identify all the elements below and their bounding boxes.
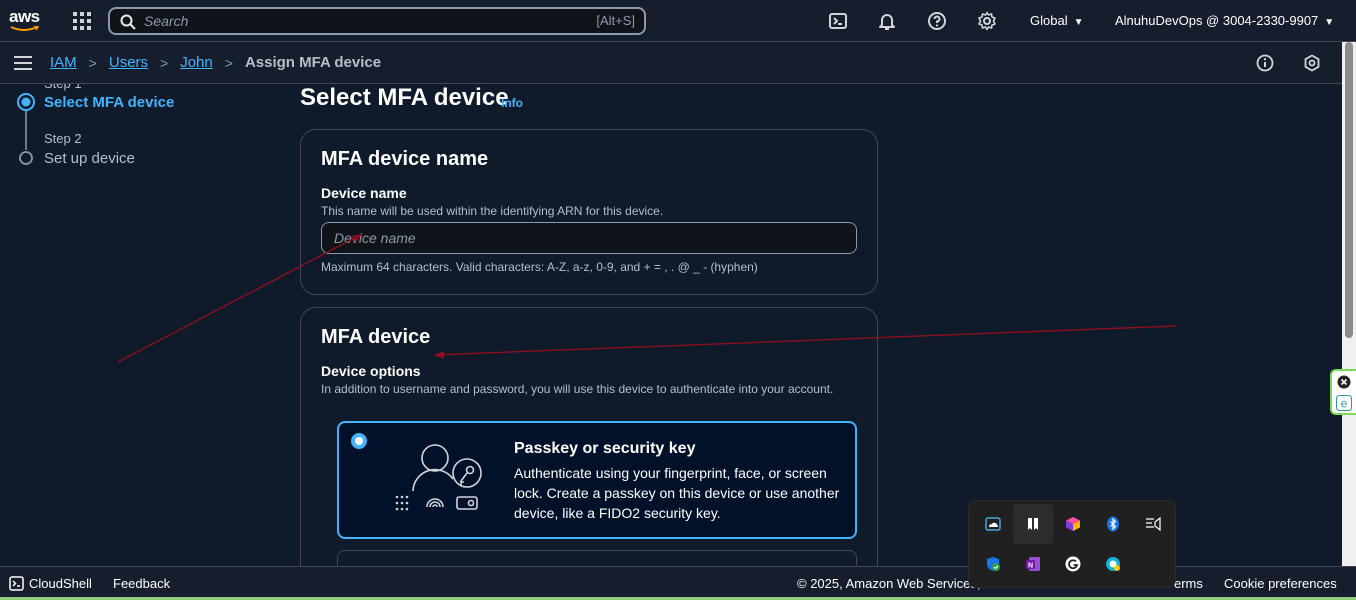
help-icon[interactable]	[927, 11, 947, 31]
bluetooth-glyph-icon	[1107, 516, 1119, 532]
extension-widget[interactable]: e	[1330, 369, 1356, 415]
bookmark-glyph-icon	[1028, 518, 1038, 530]
info-icon[interactable]	[1256, 54, 1274, 72]
onedrive-icon[interactable]	[973, 504, 1013, 544]
device-name-label: Device name	[321, 185, 407, 201]
step-2-label: Step 2	[44, 131, 82, 146]
color-cube-icon[interactable]	[1053, 504, 1093, 544]
menu-icon[interactable]	[14, 55, 32, 71]
device-name-description: This name will be used within the identi…	[321, 204, 664, 218]
chevron-right-icon: >	[160, 54, 169, 71]
breadcrumb: IAM > Users > John > Assign MFA device	[50, 54, 381, 71]
extension-e-icon[interactable]: e	[1336, 395, 1352, 411]
top-navigation: aws [Alt+S] Global ▼	[0, 0, 1356, 42]
option-passkey[interactable]: Passkey or security key Authenticate usi…	[337, 421, 857, 539]
services-grid-icon[interactable]	[72, 11, 92, 31]
step-connector	[17, 93, 35, 165]
chevron-right-icon: >	[88, 54, 97, 71]
page-scrollbar[interactable]	[1342, 42, 1356, 566]
panel-heading: MFA device name	[321, 148, 489, 170]
cloudshell-icon[interactable]	[828, 11, 848, 31]
search-shortcut: [Alt+S]	[596, 13, 635, 28]
radio-selected[interactable]	[351, 433, 367, 449]
security-hexagon-icon[interactable]	[1303, 54, 1321, 72]
scrollbar-thumb[interactable]	[1345, 42, 1353, 338]
device-name-panel: MFA device name Device name This name wi…	[300, 129, 878, 295]
account-menu[interactable]: AlnuhuDevOps @ 3004-2330-9907 ▼	[1115, 13, 1334, 28]
chevron-down-icon: ▼	[1073, 17, 1084, 28]
bluetooth-icon[interactable]	[1093, 504, 1133, 544]
edge-glyph-icon	[1106, 557, 1120, 571]
aws-logo[interactable]: aws	[9, 7, 43, 33]
copyright-text: © 2025, Amazon Web Services,	[797, 576, 981, 591]
chevron-right-icon: >	[224, 54, 233, 71]
breadcrumb-iam[interactable]: IAM	[50, 54, 77, 71]
option-title: Passkey or security key	[514, 440, 696, 457]
breadcrumb-john[interactable]: John	[180, 54, 213, 71]
gear-icon[interactable]	[977, 11, 997, 31]
defender-icon[interactable]	[973, 544, 1013, 584]
cookie-preferences-link[interactable]: Cookie preferences	[1224, 576, 1337, 591]
grammarly-icon[interactable]	[1053, 544, 1093, 584]
aws-logo-text: aws	[9, 7, 40, 26]
bookmark-app-icon[interactable]	[1013, 504, 1053, 544]
edge-helper-icon[interactable]	[1093, 544, 1133, 584]
cloudshell-icon[interactable]	[9, 576, 24, 591]
aws-smile-icon	[10, 26, 40, 31]
cast-glyph-icon	[1146, 516, 1161, 532]
breadcrumb-users[interactable]: Users	[109, 54, 148, 71]
device-name-input[interactable]	[321, 222, 857, 254]
device-options-description: In addition to username and password, yo…	[321, 382, 834, 396]
device-options-label: Device options	[321, 363, 421, 379]
onenote-icon[interactable]: N	[1013, 544, 1053, 584]
svg-text:e: e	[1341, 397, 1348, 411]
account-label: AlnuhuDevOps @ 3004-2330-9907	[1115, 13, 1319, 28]
step-2-title: Set up device	[44, 150, 135, 167]
search-icon	[120, 14, 136, 30]
device-name-constraint: Maximum 64 characters. Valid characters:…	[321, 260, 758, 274]
system-tray-flyout: N	[968, 500, 1176, 588]
svg-text:N: N	[1028, 563, 1033, 570]
onedrive-glyph-icon	[985, 517, 1001, 531]
page-title: Select MFA device	[300, 84, 509, 111]
region-label: Global	[1030, 13, 1068, 28]
option-description: Authenticate using your fingerprint, fac…	[514, 465, 840, 521]
cloudshell-link[interactable]: CloudShell	[29, 576, 92, 591]
grammarly-glyph-icon	[1065, 556, 1081, 572]
shield-icon	[987, 557, 1000, 571]
bell-icon[interactable]	[877, 11, 897, 31]
terms-link[interactable]: erms	[1174, 576, 1203, 591]
cube-glyph-icon	[1066, 517, 1080, 531]
passkey-illustration-icon	[395, 444, 482, 511]
step-1-title[interactable]: Select MFA device	[44, 94, 174, 111]
onenote-glyph-icon: N	[1026, 557, 1040, 571]
global-search[interactable]: [Alt+S]	[108, 7, 646, 35]
region-selector[interactable]: Global ▼	[1030, 13, 1083, 28]
feedback-link[interactable]: Feedback	[113, 576, 170, 591]
chevron-down-icon: ▼	[1324, 17, 1335, 28]
mfa-device-panel: MFA device Device options In addition to…	[300, 307, 878, 597]
breadcrumb-current: Assign MFA device	[244, 54, 382, 71]
cast-icon[interactable]	[1133, 504, 1173, 544]
breadcrumb-bar: IAM > Users > John > Assign MFA device	[0, 42, 1342, 84]
close-icon[interactable]	[1337, 375, 1351, 389]
search-input[interactable]	[144, 11, 584, 31]
info-link[interactable]: Info	[501, 96, 523, 110]
panel-heading: MFA device	[321, 326, 431, 348]
